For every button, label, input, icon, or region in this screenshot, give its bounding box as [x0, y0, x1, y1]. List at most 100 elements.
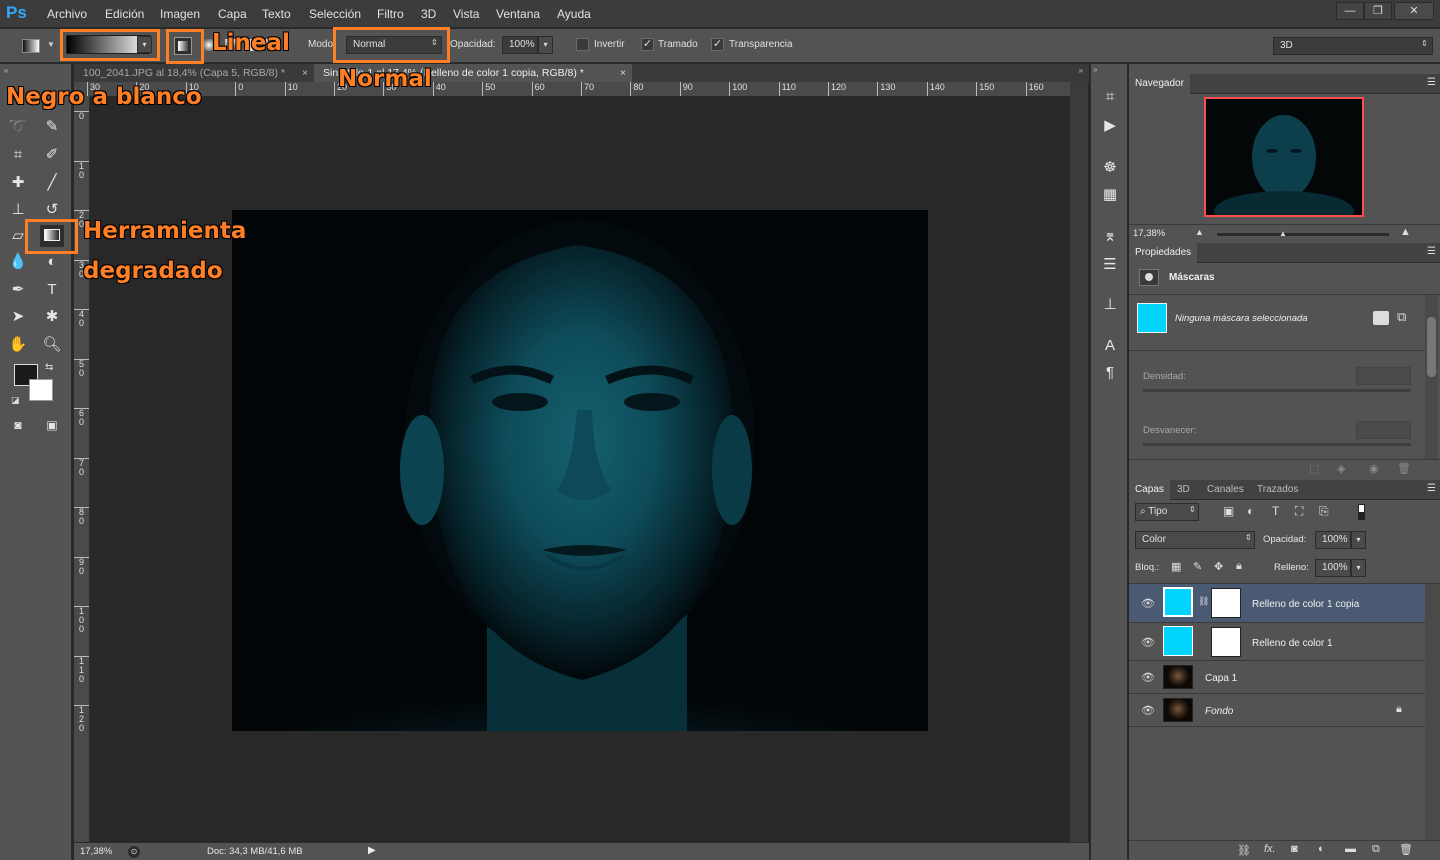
visibility-icon[interactable]: ◉: [1369, 462, 1379, 475]
quick-select-icon[interactable]: ✎: [40, 116, 64, 138]
link-layers-icon[interactable]: ⛓︎: [1237, 844, 1251, 857]
tab-paths[interactable]: Trazados: [1251, 480, 1304, 500]
vector-mask-icon[interactable]: ⧉: [1397, 309, 1406, 325]
restore-button[interactable]: ❐: [1364, 2, 1392, 20]
opacity-input[interactable]: 100%: [502, 36, 538, 54]
tab-3d[interactable]: 3D: [1171, 480, 1196, 500]
crop-icon[interactable]: ⌗: [6, 144, 30, 166]
eye-icon[interactable]: 👁︎: [1141, 704, 1155, 717]
stamp-icon[interactable]: ⊥: [6, 199, 30, 221]
menu-ayuda[interactable]: Ayuda: [557, 7, 591, 21]
layer-name[interactable]: Capa 1: [1205, 673, 1237, 684]
workspace-select[interactable]: 3D: [1273, 37, 1433, 55]
shape-icon[interactable]: ✱: [40, 306, 64, 328]
quick-mask-icon[interactable]: ◙: [6, 414, 30, 436]
collapse-icon[interactable]: »: [1079, 66, 1083, 75]
trash-icon[interactable]: 🗑︎: [1399, 843, 1413, 856]
panel-menu-icon[interactable]: ☰: [1427, 483, 1436, 494]
healing-brush-icon[interactable]: ✚: [6, 172, 30, 194]
fx-icon[interactable]: fx.: [1264, 843, 1276, 855]
zoom-out-icon[interactable]: ▲: [1195, 227, 1204, 237]
blur-icon[interactable]: 💧: [6, 251, 30, 273]
adjustment-layer-icon[interactable]: ◐: [1318, 843, 1325, 855]
zoom-in-icon[interactable]: ▲: [1400, 226, 1411, 238]
eye-icon[interactable]: 👁︎: [1141, 636, 1155, 649]
panel-menu-icon[interactable]: ☰: [1427, 77, 1436, 88]
swap-colors-icon[interactable]: ⇆: [45, 362, 53, 373]
menu-seleccion[interactable]: Selección: [309, 7, 361, 21]
feather-input[interactable]: [1356, 421, 1411, 439]
character-icon[interactable]: A: [1099, 335, 1121, 357]
clone-source-icon[interactable]: ⊥: [1099, 294, 1121, 316]
menu-filtro[interactable]: Filtro: [377, 7, 404, 21]
filter-shape-icon[interactable]: ⛶: [1295, 504, 1303, 519]
layer-opacity-input[interactable]: 100%: [1315, 531, 1351, 549]
history-icon[interactable]: ⌗: [1099, 86, 1121, 108]
layer-row[interactable]: 👁︎ Capa 1: [1129, 661, 1425, 694]
eye-icon[interactable]: 👁︎: [1141, 671, 1155, 684]
brush-icon[interactable]: ╱: [40, 172, 64, 194]
color-palette-icon[interactable]: ☸: [1099, 157, 1121, 179]
layer-row[interactable]: 👁︎ ⛓︎ Relleno de color 1 copia: [1129, 584, 1425, 623]
load-selection-icon[interactable]: ⬚: [1309, 462, 1319, 475]
lasso-icon[interactable]: ➰: [6, 116, 30, 138]
invert-checkbox[interactable]: [576, 38, 589, 51]
tab-layers[interactable]: Capas: [1129, 480, 1170, 500]
background-color-swatch[interactable]: [29, 379, 53, 401]
lock-position-icon[interactable]: ✥: [1214, 560, 1223, 573]
filter-type-icon[interactable]: T: [1272, 504, 1279, 518]
tab-properties[interactable]: Propiedades: [1129, 243, 1198, 263]
layer-row[interactable]: 👁︎ Fondo 🔒︎: [1129, 694, 1425, 727]
default-colors-icon[interactable]: ◪: [11, 395, 20, 406]
menu-ventana[interactable]: Ventana: [496, 7, 540, 21]
adjustments-icon[interactable]: ☰: [1099, 254, 1121, 276]
chevron-down-icon[interactable]: ▼: [47, 40, 55, 49]
status-menu-arrow-icon[interactable]: ▶: [368, 845, 376, 856]
dodge-icon[interactable]: ◐: [40, 251, 64, 273]
menu-imagen[interactable]: Imagen: [160, 7, 200, 21]
apply-mask-icon[interactable]: ◈: [1337, 462, 1345, 475]
filter-adjustment-icon[interactable]: ◐: [1247, 504, 1254, 518]
menu-3d[interactable]: 3D: [421, 7, 436, 21]
layer-name[interactable]: Fondo: [1205, 706, 1233, 717]
blend-mode-select[interactable]: Color: [1135, 531, 1255, 549]
canvas-vertical-scrollbar[interactable]: [1070, 82, 1088, 842]
panel-menu-icon[interactable]: ☰: [1427, 246, 1436, 257]
add-mask-icon[interactable]: ◙: [1291, 843, 1298, 855]
fill-input[interactable]: 100%: [1315, 559, 1351, 577]
tab-document-1[interactable]: 100_2041.JPG al 18,4% (Capa 5, RGB/8) * …: [74, 64, 314, 82]
opacity-dropdown[interactable]: ▾: [538, 36, 553, 54]
menu-archivo[interactable]: Archivo: [47, 7, 87, 21]
pixel-mask-icon[interactable]: [1373, 311, 1389, 325]
link-icon[interactable]: ⛓︎: [1198, 596, 1209, 607]
fill-dropdown[interactable]: ▾: [1351, 559, 1366, 577]
layer-mask-thumbnail[interactable]: [1211, 588, 1241, 618]
history-brush-icon[interactable]: ↺: [40, 199, 64, 221]
collapse-icon[interactable]: «: [4, 66, 8, 75]
zoom-icon[interactable]: 🔍︎: [40, 334, 64, 356]
density-slider[interactable]: [1143, 389, 1411, 392]
lock-all-icon[interactable]: 🔒︎: [1236, 560, 1242, 573]
hand-icon[interactable]: ✋: [6, 334, 30, 356]
gradient-tool-preset-icon[interactable]: [22, 39, 40, 53]
menu-texto[interactable]: Texto: [262, 7, 291, 21]
swatches-grid-icon[interactable]: ▦: [1099, 184, 1121, 206]
minimize-button[interactable]: —: [1336, 2, 1364, 20]
navigator-zoom[interactable]: 17,38%: [1133, 228, 1165, 239]
density-input[interactable]: [1356, 367, 1411, 385]
document-canvas-photo[interactable]: [232, 210, 928, 731]
share-icon[interactable]: ⊙: [128, 846, 140, 858]
dither-checkbox[interactable]: ✓: [641, 38, 654, 51]
path-select-icon[interactable]: ➤: [6, 306, 30, 328]
menu-edicion[interactable]: Edición: [105, 7, 144, 21]
layer-mask-thumbnail[interactable]: [1211, 627, 1241, 657]
tab-channels[interactable]: Canales: [1201, 480, 1250, 500]
filter-toggle[interactable]: [1358, 504, 1365, 520]
slider-handle-icon[interactable]: ▲: [1279, 229, 1287, 238]
lock-pixels-icon[interactable]: ✎: [1193, 560, 1202, 573]
paragraph-icon[interactable]: ¶: [1099, 362, 1121, 384]
close-button[interactable]: ✕: [1394, 2, 1434, 20]
actions-play-icon[interactable]: ▶: [1099, 115, 1121, 137]
eyedropper-icon[interactable]: ✐: [40, 144, 64, 166]
type-icon[interactable]: T: [40, 279, 64, 301]
